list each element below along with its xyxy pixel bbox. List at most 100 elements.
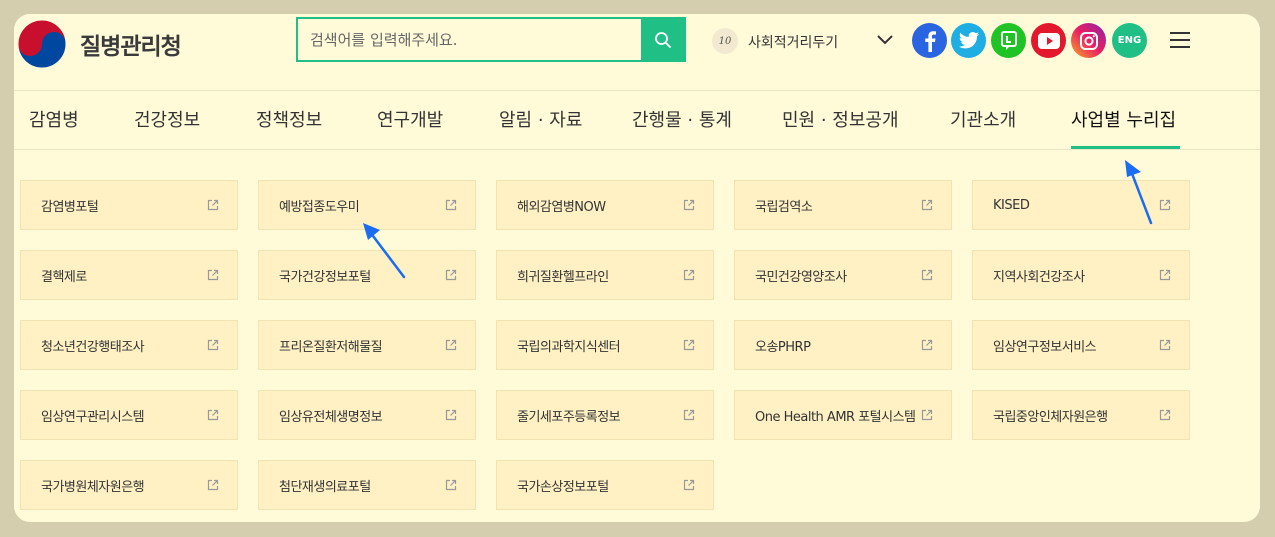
- distancing-level-badge: 10: [712, 28, 738, 54]
- site-link-tile[interactable]: 희귀질환헬프라인: [496, 250, 714, 300]
- site-link-tile[interactable]: 줄기세포주등록정보: [496, 390, 714, 440]
- external-link-icon: [1159, 409, 1171, 421]
- site-link-label: 결핵제로: [41, 269, 87, 285]
- site-link-tile[interactable]: 임상연구관리시스템: [20, 390, 238, 440]
- site-link-label: 국민건강영양조사: [755, 269, 847, 285]
- external-link-icon: [445, 479, 457, 491]
- external-link-icon: [1159, 269, 1171, 281]
- nav-item-infectious-disease[interactable]: 감염병: [29, 106, 79, 132]
- nav-item-policy-info[interactable]: 정책정보: [256, 106, 322, 132]
- site-link-tile[interactable]: 국립의과학지식센터: [496, 320, 714, 370]
- site-link-label: 임상연구정보서비스: [993, 339, 1097, 355]
- external-link-icon: [207, 479, 219, 491]
- facebook-button[interactable]: [912, 23, 947, 58]
- external-link-icon: [921, 409, 933, 421]
- search-button[interactable]: [641, 19, 684, 60]
- site-link-label: KISED: [993, 197, 1030, 213]
- external-link-icon: [683, 199, 695, 211]
- site-link-tile[interactable]: One Health AMR 포털시스템: [734, 390, 952, 440]
- site-link-label: 해외감염병NOW: [517, 199, 606, 215]
- youtube-button[interactable]: [1031, 23, 1066, 58]
- external-link-icon: [445, 269, 457, 281]
- kakao-channel-icon: [1000, 30, 1017, 50]
- external-link-icon: [207, 409, 219, 421]
- site-link-label: 첨단재생의료포털: [279, 479, 371, 495]
- site-link-label: 임상연구관리시스템: [41, 409, 145, 425]
- instagram-button[interactable]: [1071, 23, 1106, 58]
- site-link-tile[interactable]: 프리온질환저해물질: [258, 320, 476, 370]
- site-link-label: 임상유전체생명정보: [279, 409, 383, 425]
- taegeuk-logo-icon[interactable]: [16, 18, 68, 70]
- site-link-tile[interactable]: 오송PHRP: [734, 320, 952, 370]
- site-link-tile[interactable]: 청소년건강행태조사: [20, 320, 238, 370]
- external-link-icon: [921, 339, 933, 351]
- external-link-icon: [683, 409, 695, 421]
- site-link-tile[interactable]: 임상유전체생명정보: [258, 390, 476, 440]
- external-link-icon: [683, 269, 695, 281]
- twitter-icon: [958, 32, 979, 49]
- site-link-tile[interactable]: 임상연구정보서비스: [972, 320, 1190, 370]
- twitter-button[interactable]: [951, 23, 986, 58]
- site-link-label: One Health AMR 포털시스템: [755, 409, 916, 425]
- external-link-icon: [683, 479, 695, 491]
- search-input[interactable]: [298, 19, 641, 60]
- external-link-icon: [207, 339, 219, 351]
- site-link-label: 감염병포털: [41, 199, 99, 215]
- external-link-icon: [445, 409, 457, 421]
- site-link-tile[interactable]: 감염병포털: [20, 180, 238, 230]
- external-link-icon: [445, 199, 457, 211]
- site-link-label: 희귀질환헬프라인: [517, 269, 609, 285]
- annotation-arrow-icon: [363, 223, 406, 279]
- menu-hamburger-icon[interactable]: [1170, 32, 1190, 48]
- search-icon: [654, 31, 671, 48]
- site-link-label: 예방접종도우미: [279, 199, 360, 215]
- nav-item-research[interactable]: 연구개발: [377, 106, 443, 132]
- external-link-icon: [207, 199, 219, 211]
- instagram-icon: [1079, 31, 1098, 50]
- site-link-tile[interactable]: 결핵제로: [20, 250, 238, 300]
- external-link-icon: [1159, 199, 1171, 211]
- nav-item-about[interactable]: 기관소개: [950, 106, 1016, 132]
- nav-item-civil-service[interactable]: 민원 · 정보공개: [782, 106, 899, 132]
- chevron-down-icon[interactable]: [876, 34, 894, 46]
- site-link-tile[interactable]: 국가병원체자원은행: [20, 460, 238, 510]
- kakao-button[interactable]: [991, 23, 1026, 58]
- youtube-icon: [1037, 32, 1060, 49]
- site-link-tile[interactable]: 국립중앙인체자원은행: [972, 390, 1190, 440]
- site-link-tile[interactable]: 지역사회건강조사: [972, 250, 1190, 300]
- site-link-label: 줄기세포주등록정보: [517, 409, 621, 425]
- distancing-label[interactable]: 사회적거리두기: [748, 32, 838, 52]
- site-link-label: 국가병원체자원은행: [41, 479, 145, 495]
- external-link-icon: [1159, 339, 1171, 351]
- site-link-label: 지역사회건강조사: [993, 269, 1085, 285]
- external-link-icon: [445, 339, 457, 351]
- site-link-tile[interactable]: 국가손상정보포털: [496, 460, 714, 510]
- nav-item-business-sites[interactable]: 사업별 누리집: [1071, 106, 1176, 132]
- site-link-label: 국가손상정보포털: [517, 479, 609, 495]
- external-link-icon: [207, 269, 219, 281]
- site-link-tile[interactable]: 첨단재생의료포털: [258, 460, 476, 510]
- site-logo-text[interactable]: 질병관리청: [80, 27, 182, 61]
- nav-item-publications[interactable]: 간행물 · 통계: [632, 106, 732, 132]
- site-link-tile[interactable]: 국립검역소: [734, 180, 952, 230]
- page-frame: 질병관리청 10 사회적거리두기: [14, 14, 1260, 522]
- site-link-label: 국립중앙인체자원은행: [993, 409, 1108, 425]
- nav-item-notices[interactable]: 알림 · 자료: [499, 106, 582, 132]
- english-site-button[interactable]: ENG: [1112, 23, 1147, 58]
- site-link-label: 프리온질환저해물질: [279, 339, 383, 355]
- facebook-icon: [924, 30, 936, 52]
- nav-divider: [14, 149, 1260, 150]
- search-box: [296, 17, 686, 62]
- annotation-arrow-icon: [1125, 160, 1153, 225]
- site-link-tile[interactable]: 해외감염병NOW: [496, 180, 714, 230]
- external-link-icon: [683, 339, 695, 351]
- site-link-label: 국립검역소: [755, 199, 813, 215]
- external-link-icon: [921, 199, 933, 211]
- site-link-label: 오송PHRP: [755, 339, 811, 355]
- site-link-label: 청소년건강행태조사: [41, 339, 145, 355]
- site-link-tile[interactable]: 국민건강영양조사: [734, 250, 952, 300]
- external-link-icon: [921, 269, 933, 281]
- site-link-label: 국립의과학지식센터: [517, 339, 621, 355]
- main-nav: 감염병 건강정보 정책정보 연구개발 알림 · 자료 간행물 · 통계 민원 ·…: [14, 91, 1260, 149]
- nav-item-health-info[interactable]: 건강정보: [134, 106, 200, 132]
